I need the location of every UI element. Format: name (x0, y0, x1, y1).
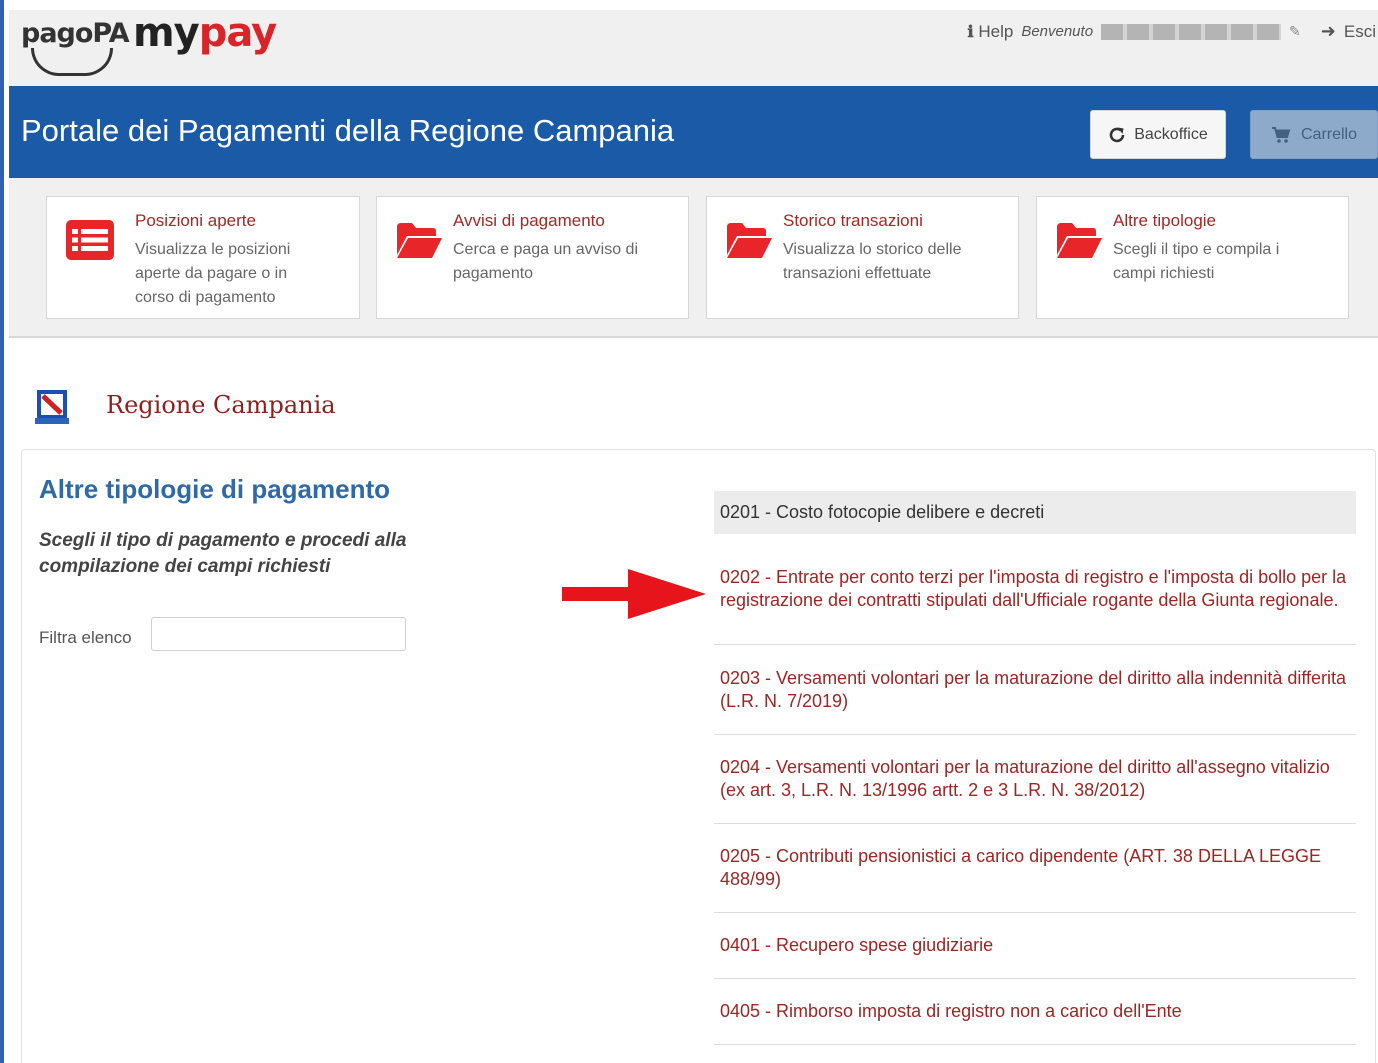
sign-out-icon: ➜ (1320, 21, 1336, 41)
mypay-logo-my: my (133, 10, 200, 56)
folder-open-icon (1057, 223, 1102, 258)
top-right-menu: ℹ Help Benvenuto ✎ ➜ Esci (968, 21, 1376, 42)
card-description: Cerca e paga un avviso di pagamento (453, 241, 638, 282)
payment-types-list: 0201 - Costo fotocopie delibere e decret… (714, 491, 1356, 1045)
help-label: Help (978, 21, 1014, 41)
list-icon (66, 220, 114, 260)
filter-input[interactable] (151, 617, 406, 651)
quick-actions-band: Posizioni aperte Visualizza le posizioni… (9, 178, 1378, 338)
card-description: Visualizza lo storico delle transazioni … (783, 241, 962, 282)
card-storico-transazioni[interactable]: Storico transazioni Visualizza lo storic… (706, 196, 1019, 319)
shopping-cart-icon (1271, 126, 1291, 143)
card-avvisi-pagamento[interactable]: Avvisi di pagamento Cerca e paga un avvi… (376, 196, 689, 319)
card-description: Visualizza le posizioni aperte da pagare… (135, 241, 291, 306)
pagopa-logo-text: pagoPA (21, 18, 130, 49)
list-item[interactable]: 0202 - Entrate per conto terzi per l'imp… (714, 534, 1356, 645)
list-item[interactable]: 0205 - Contributi pensionistici a carico… (714, 824, 1356, 913)
card-title: Avvisi di pagamento (453, 211, 605, 230)
list-item[interactable]: 0201 - Costo fotocopie delibere e decret… (714, 491, 1356, 534)
folder-open-icon (727, 223, 772, 258)
card-altre-tipologie[interactable]: Altre tipologie Scegli il tipo e compila… (1036, 196, 1349, 319)
portal-header: Portale dei Pagamenti della Regione Camp… (9, 86, 1378, 178)
mypay-logo-pay: pay (198, 10, 277, 56)
logout-label: Esci (1343, 21, 1376, 41)
list-item[interactable]: 0203 - Versamenti volontari per la matur… (714, 645, 1356, 735)
refresh-icon (1109, 127, 1125, 142)
info-icon: ℹ (967, 21, 974, 41)
list-item[interactable]: 0405 - Rimborso imposta di registro non … (714, 979, 1356, 1045)
username-redacted (1101, 23, 1282, 40)
card-description: Scegli il tipo e compila i campi richies… (1113, 241, 1280, 282)
portal-title: Portale dei Pagamenti della Regione Camp… (21, 113, 675, 148)
region-name: Regione Campania (106, 391, 336, 419)
mypay-logo[interactable]: mypay (133, 10, 277, 56)
filter-label: Filtra elenco (39, 628, 132, 647)
region-crest-icon (35, 390, 69, 424)
user-edit-icon[interactable]: ✎ (1289, 23, 1301, 40)
left-edge-rule (0, 0, 4, 1063)
list-item[interactable]: 0204 - Versamenti volontari per la matur… (714, 735, 1356, 824)
card-title: Altre tipologie (1113, 211, 1217, 230)
logout-link[interactable]: ➜ Esci (1309, 21, 1376, 42)
folder-open-icon (397, 223, 442, 258)
card-title: Posizioni aperte (135, 211, 256, 230)
list-item[interactable]: 0401 - Recupero spese giudiziarie (714, 913, 1356, 979)
help-link[interactable]: ℹ Help (968, 22, 1014, 42)
page-subtitle: Scegli il tipo di pagamento e procedi al… (39, 530, 407, 577)
top-bar: pagoPA mypay ℹ Help Benvenuto ✎ ➜ Esci (9, 10, 1378, 86)
card-posizioni-aperte[interactable]: Posizioni aperte Visualizza le posizioni… (46, 196, 360, 319)
card-title: Storico transazioni (783, 211, 923, 230)
pagopa-swoosh-icon (31, 48, 113, 76)
backoffice-button[interactable]: Backoffice (1090, 110, 1226, 159)
cart-label: Carrello (1300, 125, 1357, 143)
backoffice-label: Backoffice (1134, 125, 1208, 143)
welcome-label: Benvenuto (1021, 23, 1094, 40)
page-title: Altre tipologie di pagamento (39, 474, 391, 504)
cart-button[interactable]: Carrello (1250, 110, 1378, 159)
red-arrow-annotation (562, 569, 706, 619)
